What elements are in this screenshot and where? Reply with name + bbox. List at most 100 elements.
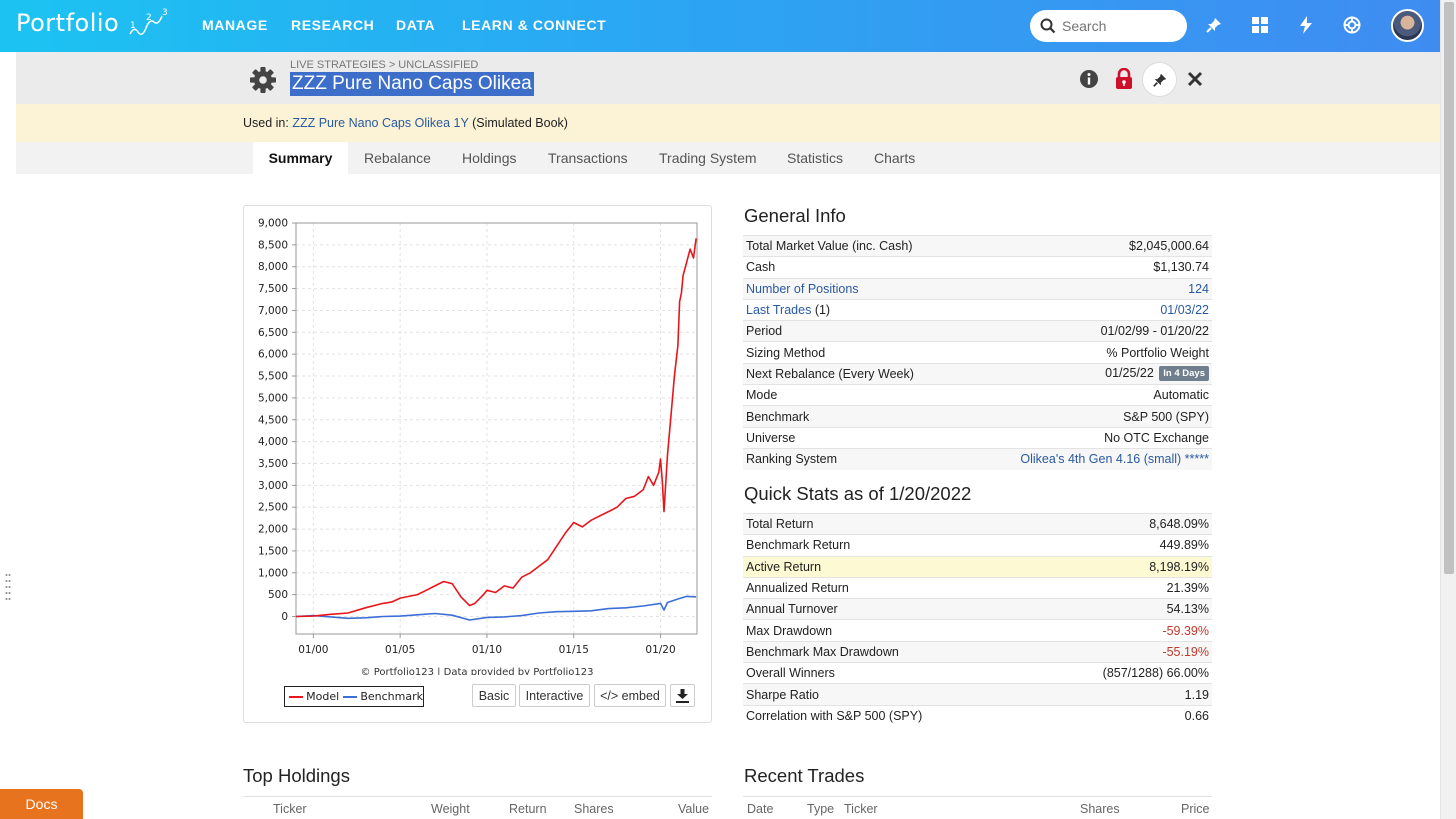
last-trades-count: (1) <box>814 303 831 318</box>
tab-transactions[interactable]: Transactions <box>548 142 628 174</box>
table-row: Mode Automatic <box>743 384 1212 406</box>
nav-learn-connect[interactable]: LEARN & CONNECT <box>462 17 606 33</box>
search-input[interactable] <box>1060 14 1180 38</box>
info-label: Total Market Value (inc. Cash) <box>743 234 965 257</box>
last-trades-date-link[interactable]: 01/03/22 <box>964 298 1212 321</box>
used-in-suffix: (Simulated Book) <box>472 116 568 130</box>
y-tick-label: 5,500 <box>258 371 288 383</box>
docs-button[interactable]: Docs <box>0 789 83 819</box>
pin-icon[interactable] <box>1203 14 1225 36</box>
strategy-header <box>16 52 1440 104</box>
gear-icon[interactable] <box>249 66 277 94</box>
y-tick-label: 500 <box>268 589 288 601</box>
info-value: $1,130.74 <box>964 256 1212 279</box>
tab-rebalance[interactable]: Rebalance <box>364 142 431 174</box>
info-value: 01/25/22 <box>1105 366 1154 381</box>
table-row: Period 01/02/99 - 01/20/22 <box>743 320 1212 342</box>
portfolio123-logo[interactable]: Portfolio <box>16 9 119 37</box>
breadcrumb[interactable]: LIVE STRATEGIES > UNCLASSIFIED <box>290 59 478 71</box>
tab-trading-system[interactable]: Trading System <box>659 142 757 174</box>
performance-chart[interactable]: 9,000 8,500 8,000 7,500 7,000 6,500 6,000 5,500… <box>243 205 712 675</box>
help-lifebuoy-icon[interactable] <box>1341 14 1363 36</box>
chart-basic-button[interactable]: Basic <box>472 684 516 707</box>
recent-trades-title: Recent Trades <box>744 765 865 786</box>
tab-holdings[interactable]: Holdings <box>462 142 516 174</box>
table-row: Total Return 8,648.09% <box>743 512 1212 535</box>
info-icon[interactable] <box>1076 66 1102 92</box>
vertical-scrollbar[interactable] <box>1440 0 1456 819</box>
table-row: Correlation with S&P 500 (SPY) 0.66 <box>743 704 1212 727</box>
col-price[interactable]: Price <box>1181 802 1209 816</box>
scrollbar-thumb[interactable] <box>1444 2 1454 574</box>
table-row: Annual Turnover 54.13% <box>743 598 1212 620</box>
nav-research[interactable]: RESEARCH <box>291 17 374 33</box>
close-icon[interactable] <box>1182 66 1208 92</box>
used-in-book-link[interactable]: ZZZ Pure Nano Caps Olikea 1Y <box>292 116 468 130</box>
col-shares[interactable]: Shares <box>1080 802 1120 816</box>
x-tick-label: 01/20 <box>645 644 675 656</box>
y-tick-label: 3,500 <box>258 458 288 470</box>
table-row: Sharpe Ratio 1.19 <box>743 683 1212 706</box>
info-label: Mode <box>743 384 965 406</box>
table-row: Active Return 8,198.19% <box>743 555 1212 578</box>
resize-grip-icon[interactable] <box>5 573 11 605</box>
y-tick-label: 2,000 <box>258 524 288 536</box>
lock-icon[interactable] <box>1111 66 1137 92</box>
tab-statistics[interactable]: Statistics <box>787 142 843 174</box>
y-tick-label: 6,000 <box>258 349 288 361</box>
download-icon <box>676 688 689 703</box>
last-trades-link[interactable]: Last Trades <box>746 303 811 317</box>
positions-count-link[interactable]: 124 <box>964 277 1212 300</box>
chart-interactive-button[interactable]: Interactive <box>519 684 590 707</box>
svg-text:1: 1 <box>130 21 136 31</box>
stat-label: Active Return <box>743 555 1034 578</box>
table-row: Max Drawdown -59.39% <box>743 619 1212 642</box>
chart-embed-button[interactable]: </> embed <box>594 684 666 707</box>
y-tick-label: 4,500 <box>258 414 288 426</box>
general-info-title: General Info <box>744 205 846 226</box>
col-return[interactable]: Return <box>509 802 547 816</box>
pin-icon <box>1152 73 1166 87</box>
dashboard-grid-icon[interactable] <box>1249 14 1271 36</box>
stat-value: 54.13% <box>1033 598 1212 620</box>
logo-steps-icon: 1 2 3 <box>129 8 168 35</box>
info-value: No OTC Exchange <box>964 426 1212 449</box>
col-value[interactable]: Value <box>678 802 709 816</box>
positions-link[interactable]: Number of Positions <box>743 277 965 300</box>
legend-swatch-benchmark <box>343 695 358 698</box>
info-label: Sizing Method <box>743 341 965 364</box>
stat-label: Correlation with S&P 500 (SPY) <box>743 704 1034 727</box>
legend-benchmark-label: Benchmark <box>360 690 423 703</box>
table-row: Benchmark Return 449.89% <box>743 534 1212 557</box>
stat-label: Max Drawdown <box>743 619 1034 642</box>
info-label: Cash <box>743 256 965 279</box>
download-button[interactable] <box>670 684 695 707</box>
ranking-system-link[interactable]: Olikea's 4th Gen 4.16 (small) ***** <box>964 447 1212 470</box>
nav-data[interactable]: DATA <box>396 17 435 33</box>
used-in-label: Used in: <box>243 116 289 130</box>
col-date[interactable]: Date <box>747 802 773 816</box>
table-row: Number of Positions 124 <box>743 277 1212 300</box>
col-ticker[interactable]: Ticker <box>844 802 878 816</box>
stat-value: -55.19% <box>1033 640 1212 663</box>
page-title[interactable]: ZZZ Pure Nano Caps Olikea <box>290 72 534 96</box>
tab-charts[interactable]: Charts <box>874 142 915 174</box>
series-line-model[interactable] <box>295 238 697 618</box>
stat-value: (857/1288) 66.00% <box>1033 662 1212 684</box>
col-weight[interactable]: Weight <box>431 802 470 816</box>
stat-value: 8,198.19% <box>1033 555 1212 578</box>
lightning-icon[interactable] <box>1295 14 1317 36</box>
chart-footer: © Portfolio123 | Data provided by Portfo… <box>361 667 594 675</box>
col-ticker[interactable]: Ticker <box>273 802 307 816</box>
nav-manage[interactable]: MANAGE <box>202 17 268 33</box>
table-row: Benchmark Max Drawdown -55.19% <box>743 640 1212 663</box>
col-shares[interactable]: Shares <box>574 802 614 816</box>
y-tick-label: 7,500 <box>258 283 288 295</box>
user-avatar[interactable] <box>1391 9 1424 42</box>
col-type[interactable]: Type <box>807 802 834 816</box>
rebalance-badge: In 4 Days <box>1159 366 1209 382</box>
pin-button[interactable] <box>1142 62 1177 97</box>
tab-summary[interactable]: Summary <box>253 142 348 174</box>
table-row: Benchmark S&P 500 (SPY) <box>743 405 1212 428</box>
quick-stats-table: Total Return 8,648.09% Benchmark Return 44… <box>743 512 1212 727</box>
